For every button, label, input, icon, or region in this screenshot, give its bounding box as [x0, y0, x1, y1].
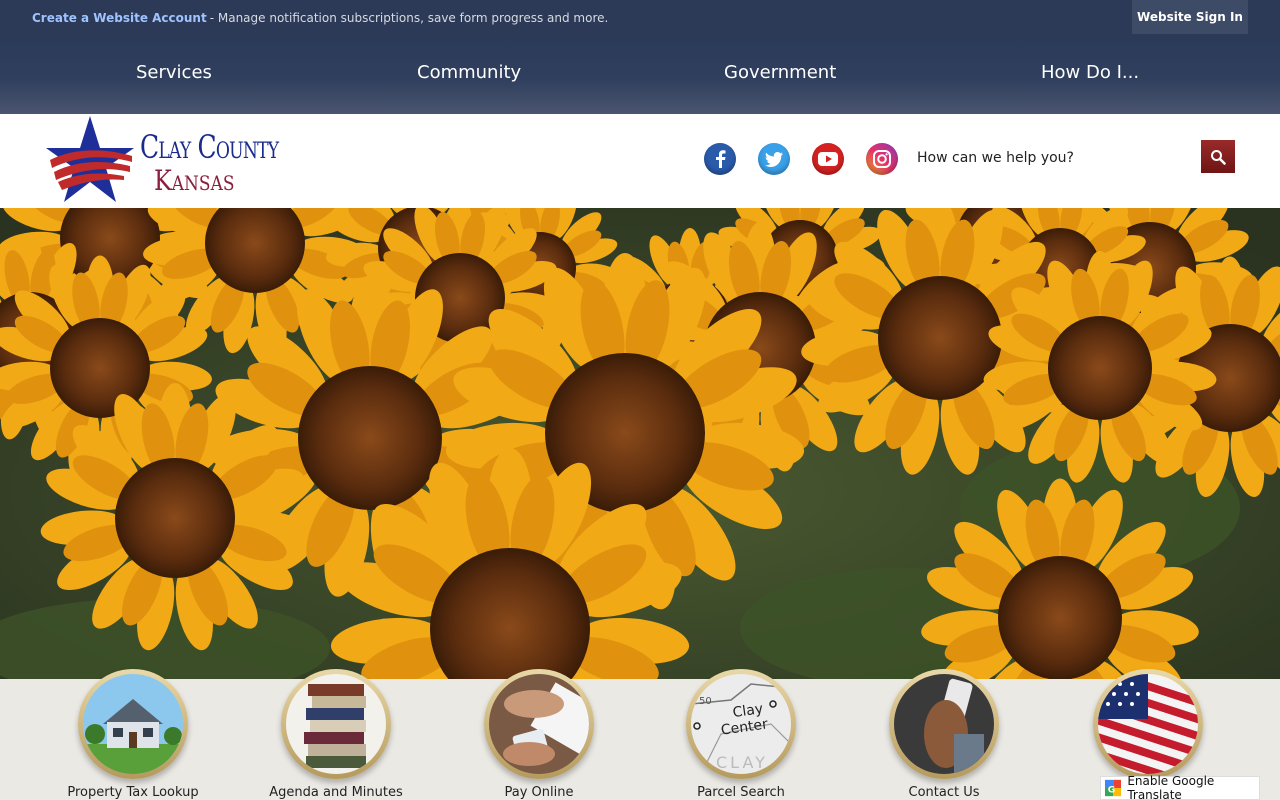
google-translate-label: Enable Google Translate	[1127, 774, 1215, 800]
search-input[interactable]	[906, 140, 1202, 176]
logo-line-1: Clay County	[140, 128, 279, 166]
phone-icon	[894, 674, 994, 774]
site-header: Clay County Kansas	[0, 114, 1280, 208]
account-bar-description: - Manage notification subscriptions, sav…	[209, 11, 609, 25]
quick-link-property-tax[interactable]: Property Tax Lookup	[48, 669, 218, 800]
facebook-icon[interactable]	[704, 143, 736, 175]
twitter-icon[interactable]	[758, 143, 790, 175]
map-county-label: CLAY	[716, 753, 768, 772]
account-bar: Create a Website Account - Manage notifi…	[0, 0, 1280, 36]
quick-link-label: Pay Online	[504, 785, 574, 800]
map-number: 50	[699, 696, 712, 707]
create-account-link[interactable]: Create a Website Account	[32, 11, 207, 25]
quick-link-flag[interactable]	[1063, 669, 1233, 785]
quick-link-label: Parcel Search	[697, 785, 785, 800]
nav-community[interactable]: Community	[417, 62, 521, 83]
credit-card-icon	[489, 674, 589, 774]
main-navigation: Services Community Government How Do I..…	[0, 36, 1280, 114]
google-translate-icon: G	[1105, 779, 1122, 797]
search-icon	[1211, 149, 1226, 165]
hero-banner-image	[0, 208, 1280, 679]
clay-county-logo[interactable]: Clay County Kansas	[44, 114, 279, 208]
instagram-icon[interactable]	[866, 143, 898, 175]
logo-line-2: Kansas	[154, 164, 235, 197]
quick-link-pay-online[interactable]: Pay Online	[454, 669, 624, 800]
nav-how-do-i[interactable]: How Do I...	[1041, 62, 1139, 83]
star-logo-icon	[46, 116, 134, 202]
sunflower-field-photo	[0, 208, 1280, 679]
youtube-icon[interactable]	[812, 143, 844, 175]
nav-government[interactable]: Government	[724, 62, 836, 83]
quick-link-contact-us[interactable]: Contact Us	[859, 669, 1029, 800]
map-icon: 50 Clay Center CLAY	[691, 674, 791, 774]
books-icon	[286, 674, 386, 774]
quick-link-label: Property Tax Lookup	[67, 785, 199, 800]
google-translate-button[interactable]: G Enable Google Translate	[1100, 774, 1260, 800]
quick-link-label: Agenda and Minutes	[269, 785, 403, 800]
quick-link-label: Contact Us	[908, 785, 980, 800]
house-icon	[83, 674, 183, 774]
american-flag-icon	[1098, 674, 1198, 774]
quick-link-agenda-minutes[interactable]: Agenda and Minutes	[251, 669, 421, 800]
quick-links-bar: Property Tax Lookup Agenda and Minutes P…	[0, 669, 1280, 800]
quick-link-parcel-search[interactable]: 50 Clay Center CLAY Parcel Search	[656, 669, 826, 800]
website-sign-in-button[interactable]: Website Sign In	[1132, 0, 1248, 34]
svg-text:G: G	[1108, 786, 1115, 796]
search-button[interactable]	[1201, 140, 1235, 173]
nav-services[interactable]: Services	[136, 62, 212, 83]
